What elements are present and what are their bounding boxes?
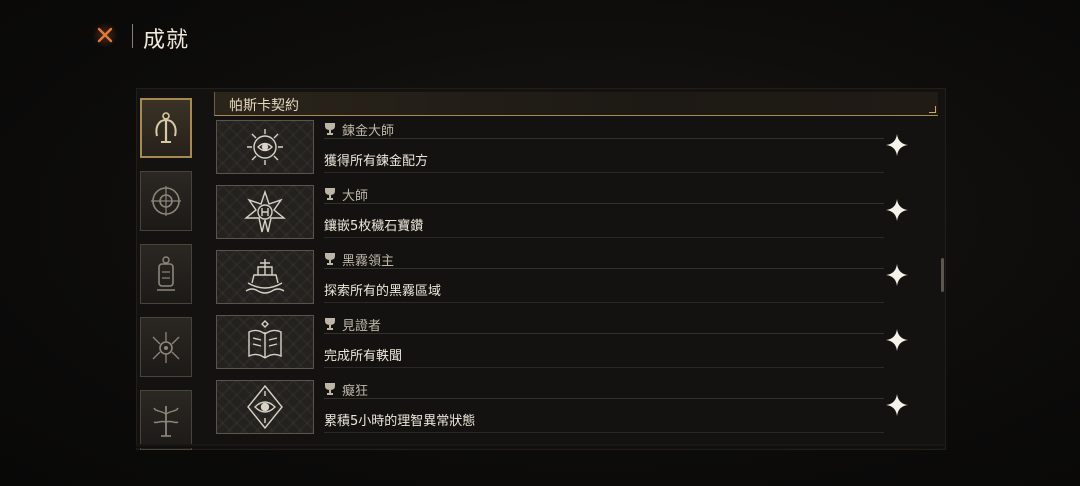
achievement-row[interactable]: 癡狂 累積5小時的理智異常狀態: [216, 380, 916, 436]
achievement-name-line: 鍊金大師: [324, 120, 884, 139]
achievement-name-line: 見證者: [324, 315, 884, 334]
group-corner-ornament: [929, 106, 936, 113]
open-book-icon: [248, 320, 282, 359]
category-tab-2[interactable]: [140, 171, 192, 231]
alchemy-sun-eye-icon: [247, 129, 283, 165]
tree-sigil-icon: [153, 406, 179, 437]
category-tab-5[interactable]: [140, 390, 192, 450]
achievement-badge: [216, 380, 314, 434]
group-title: 帕斯卡契約: [229, 98, 299, 114]
trophy-icon: [325, 383, 335, 395]
sparkle-star-icon: [886, 394, 908, 416]
achievement-name: 黑霧領主: [342, 254, 395, 269]
achievement-description: 鑲嵌5枚穢石寶鑽: [324, 219, 424, 234]
gem-star-icon: [244, 189, 286, 233]
achievement-name: 癡狂: [342, 384, 369, 399]
achievement-badge: [216, 315, 314, 369]
achievement-badge: [216, 250, 314, 304]
category-tab-1[interactable]: [140, 98, 192, 158]
header-divider: [132, 24, 133, 48]
row-divider: [324, 432, 884, 433]
achievement-name: 大師: [342, 189, 369, 204]
achievement-name: 見證者: [342, 319, 382, 334]
page-title: 成就: [143, 28, 190, 53]
category-tab-3[interactable]: [140, 244, 192, 304]
trophy-icon: [325, 318, 335, 330]
achievement-description: 獲得所有鍊金配方: [324, 154, 429, 169]
sparkle-star-icon: [886, 264, 908, 286]
achievement-name-line: 大師: [324, 185, 884, 204]
achievement-name: 鍊金大師: [342, 124, 395, 139]
sparkle-star-icon: [886, 199, 908, 221]
group-header[interactable]: 帕斯卡契約: [214, 92, 938, 116]
row-divider: [324, 172, 884, 173]
category-tab-4[interactable]: [140, 317, 192, 377]
achievement-description: 累積5小時的理智異常狀態: [324, 414, 476, 429]
trophy-icon: [325, 188, 335, 200]
row-divider: [324, 302, 884, 303]
eye-diamond-icon: [247, 384, 283, 430]
sparkle-star-icon: [886, 329, 908, 351]
row-divider: [324, 237, 884, 238]
achievement-description: 探索所有的黑霧區域: [324, 284, 442, 299]
achievements-screen: 成就 帕斯卡契約 鍊金大師 獲得所有鍊金配方 大師 鑲嵌5枚穢石寶鑽 黑霧領主 …: [0, 0, 1080, 486]
row-divider: [324, 367, 884, 368]
achievement-row[interactable]: 大師 鑲嵌5枚穢石寶鑽: [216, 185, 916, 241]
spider-eye-icon: [152, 332, 180, 363]
close-button[interactable]: [92, 22, 118, 48]
achievement-row[interactable]: 黑霧領主 探索所有的黑霧區域: [216, 250, 916, 306]
sparkle-star-icon: [886, 134, 908, 156]
panel-bottom-edge: [136, 444, 944, 448]
achievement-list[interactable]: 帕斯卡契約 鍊金大師 獲得所有鍊金配方 大師 鑲嵌5枚穢石寶鑽 黑霧領主 探索所…: [206, 90, 944, 446]
trophy-icon: [325, 123, 335, 135]
achievement-badge: [216, 185, 314, 239]
close-x-icon: [97, 27, 113, 43]
compass-wheel-icon: [151, 186, 181, 216]
achievement-description: 完成所有軼聞: [324, 349, 403, 364]
achievement-row[interactable]: 見證者 完成所有軼聞: [216, 315, 916, 371]
ship-anchor-icon: [245, 259, 285, 294]
achievement-badge: [216, 120, 314, 174]
trophy-icon: [325, 253, 335, 265]
tentacle-crest-icon: [155, 112, 177, 143]
lantern-totem-icon: [157, 256, 175, 291]
achievement-name-line: 黑霧領主: [324, 250, 884, 269]
list-scrollbar[interactable]: [941, 258, 944, 292]
achievement-name-line: 癡狂: [324, 380, 884, 399]
achievement-row[interactable]: 鍊金大師 獲得所有鍊金配方: [216, 120, 916, 176]
